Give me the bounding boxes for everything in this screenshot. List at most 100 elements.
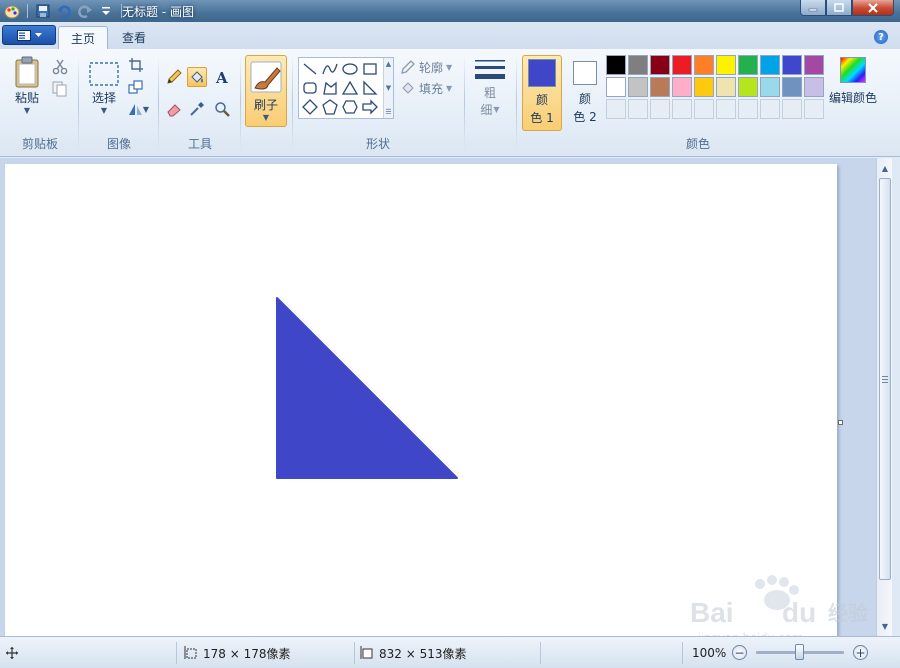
magnifier-tool[interactable]	[212, 99, 232, 119]
help-button[interactable]: ?	[874, 30, 888, 44]
zoom-out-button[interactable]: −	[732, 645, 747, 660]
ribbon: 粘贴 ▼ 剪贴板 选择 ▼ ▼ 图像 A 工具 刷子 ▼ 形状 ▲ ▼ ☰ 轮廓…	[0, 49, 900, 157]
right-triangle-shape[interactable]	[276, 297, 458, 479]
polygon-shape-icon	[323, 81, 337, 95]
shape-right-triangle[interactable]	[361, 79, 379, 97]
scroll-down-icon[interactable]: ▼	[877, 618, 893, 634]
maximize-icon	[834, 3, 844, 12]
scroll-up-icon[interactable]: ▲	[877, 160, 893, 176]
chevron-down-icon: ▼	[446, 83, 453, 93]
shape-curve[interactable]	[321, 60, 339, 78]
status-separator	[540, 642, 541, 664]
shape-line[interactable]	[301, 60, 319, 78]
fill-button[interactable]: 填充 ▼	[400, 78, 458, 98]
maximize-button[interactable]	[826, 0, 852, 16]
size-button[interactable]: 粗 细 ▼	[470, 57, 510, 118]
tools-group-label: 工具	[187, 137, 212, 151]
scrollbar-thumb[interactable]	[879, 178, 891, 580]
brushes-label: 刷子	[253, 98, 278, 112]
tab-home[interactable]: 主页	[58, 26, 109, 49]
minimize-button[interactable]	[800, 0, 826, 16]
fill-label: 填充	[419, 81, 444, 96]
select-button[interactable]: 选择 ▼	[84, 59, 124, 115]
group-separator	[158, 55, 159, 151]
eraser-icon	[167, 104, 181, 117]
pencil-icon	[167, 69, 182, 84]
shape-triangle[interactable]	[341, 79, 359, 97]
canvas-size-text: 832 × 513像素	[379, 646, 467, 661]
text-icon: A	[215, 69, 228, 85]
tab-view[interactable]: 查看	[110, 26, 158, 49]
scroll-up-icon[interactable]: ▲	[386, 60, 391, 68]
fill-bucket-icon	[402, 82, 414, 94]
eraser-tool[interactable]	[164, 99, 184, 119]
customize-qat-icon[interactable]	[98, 3, 114, 19]
resize-button[interactable]	[126, 77, 146, 97]
group-separator	[516, 55, 517, 151]
svg-text:A: A	[215, 69, 228, 85]
canvas-resize-handle[interactable]	[838, 420, 843, 425]
selection-size-icon	[184, 646, 197, 659]
shape-hexagon[interactable]	[341, 98, 359, 116]
expand-gallery-icon[interactable]: ☰	[385, 108, 391, 116]
brushes-button[interactable]: 刷子 ▼	[245, 55, 287, 127]
colors-group-label: 颜色	[685, 137, 710, 151]
minus-icon: −	[734, 645, 745, 660]
rotate-icon	[128, 104, 142, 115]
rotate-button[interactable]: ▼	[124, 99, 152, 119]
rectangle-shape-icon	[363, 63, 377, 75]
drawing-canvas[interactable]	[5, 164, 837, 642]
chevron-down-icon: ▼	[142, 104, 150, 114]
pencil-tool[interactable]	[164, 67, 184, 87]
right-arrow-shape-icon	[362, 99, 378, 115]
redo-icon[interactable]	[77, 3, 93, 19]
paste-button[interactable]: 粘贴 ▼	[10, 55, 44, 115]
outline-button[interactable]: 轮廓 ▼	[400, 57, 458, 77]
chevron-down-icon	[34, 32, 42, 37]
copy-icon	[52, 81, 67, 97]
shape-polygon[interactable]	[321, 79, 339, 97]
shape-rounded-rectangle[interactable]	[301, 79, 319, 97]
eyedropper-icon	[190, 102, 204, 116]
zoom-in-button[interactable]: +	[853, 645, 868, 660]
shape-arrow[interactable]	[361, 98, 379, 116]
chevron-down-icon: ▼	[493, 105, 500, 114]
canvas-size: 832 × 513像素	[360, 643, 467, 663]
cut-button[interactable]	[50, 57, 70, 77]
text-tool[interactable]: A	[212, 67, 232, 87]
shape-rectangle[interactable]	[361, 60, 379, 78]
chevron-down-icon: ▼	[23, 106, 31, 115]
paint-menu-button[interactable]	[2, 25, 56, 45]
triangle-shape-icon	[342, 80, 358, 95]
brushes-group: 刷子 ▼	[242, 49, 292, 155]
menu-icon	[16, 29, 31, 41]
vertical-scrollbar[interactable]: ▲ ▼	[876, 158, 892, 636]
scroll-down-icon[interactable]: ▼	[386, 84, 391, 92]
selection-rect-icon	[89, 62, 119, 86]
select-label: 选择	[91, 91, 116, 105]
paint-app-icon[interactable]	[4, 3, 20, 19]
save-icon[interactable]	[35, 3, 51, 19]
image-group: 选择 ▼ ▼ 图像	[80, 49, 158, 155]
line-shape-icon	[303, 63, 317, 75]
close-icon	[868, 2, 878, 13]
close-button[interactable]	[852, 0, 894, 16]
zoom-slider-thumb[interactable]	[795, 644, 804, 660]
window-title: 无标题 - 画图	[122, 5, 194, 19]
shapes-gallery-scrollbar[interactable]: ▲ ▼ ☰	[383, 58, 393, 118]
shape-oval[interactable]	[341, 60, 359, 78]
canvas-size-icon	[360, 646, 373, 659]
undo-icon[interactable]	[56, 3, 72, 19]
fill-tool[interactable]	[187, 67, 207, 87]
size-label-line2: 细	[480, 103, 493, 117]
crop-button[interactable]	[126, 55, 146, 75]
size-label-line1: 粗	[483, 86, 496, 100]
shape-pentagon[interactable]	[321, 98, 339, 116]
status-separator	[176, 642, 177, 664]
cursor-position	[6, 643, 18, 663]
color-picker-tool[interactable]	[187, 99, 207, 119]
copy-button[interactable]	[50, 79, 70, 99]
shape-diamond[interactable]	[301, 98, 319, 116]
clipboard-icon	[15, 56, 39, 88]
window-controls	[800, 0, 894, 16]
